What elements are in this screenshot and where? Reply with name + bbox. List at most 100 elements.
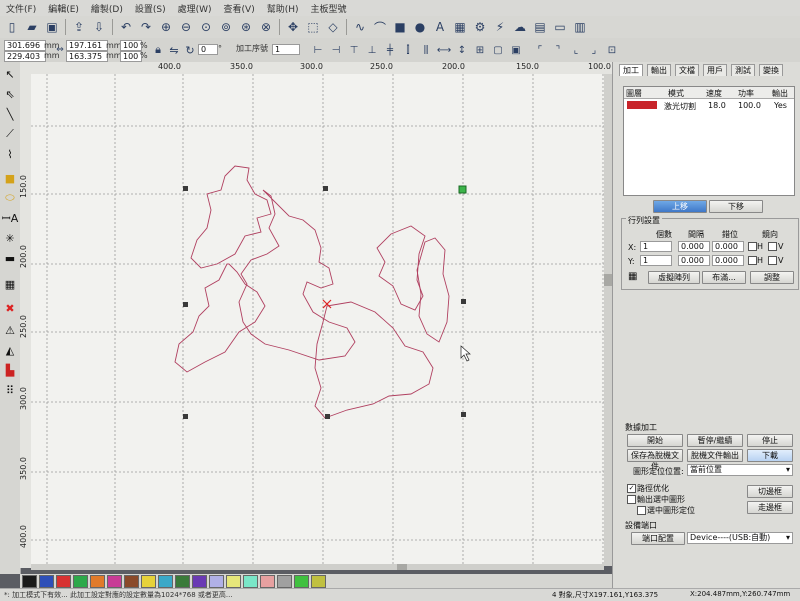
cut-frame-button[interactable]: 切邊框 <box>747 485 793 498</box>
order-field[interactable]: 1 <box>272 44 300 55</box>
palette-swatch[interactable] <box>294 574 309 588</box>
palette-swatch[interactable] <box>158 574 173 588</box>
import-icon[interactable]: ⇪ <box>70 18 88 36</box>
horizontal-scrollbar[interactable] <box>31 564 604 570</box>
virtual-array-button[interactable]: 虛擬陣列 <box>648 271 700 284</box>
move-up-button[interactable]: 上移 <box>653 200 707 213</box>
center-icon[interactable]: ⊡ <box>603 41 621 59</box>
palette-swatch[interactable] <box>175 574 190 588</box>
align-top-icon[interactable]: ⊤ <box>345 41 363 59</box>
fill-layout-button[interactable]: 布滿... <box>702 271 746 284</box>
array-y-gap[interactable]: 0.000 <box>678 255 710 266</box>
menu-help[interactable]: 幫助(H) <box>261 2 305 15</box>
palette-swatch[interactable] <box>141 574 156 588</box>
palette-swatch[interactable] <box>260 574 275 588</box>
height-field[interactable]: 163.375 <box>66 51 108 62</box>
array-grid-icon[interactable]: ▦ <box>628 271 642 283</box>
polyline-icon[interactable]: ⟋ <box>2 126 18 142</box>
palette-swatch[interactable] <box>311 574 326 588</box>
undo-icon[interactable]: ↶ <box>117 18 135 36</box>
node-select-icon[interactable]: ⇖ <box>2 86 18 102</box>
walk-frame-button[interactable]: 走邊框 <box>747 501 793 514</box>
position-select[interactable]: 當前位置 ▾ <box>687 464 793 476</box>
monitor-icon[interactable]: ▭ <box>551 18 569 36</box>
select-icon[interactable]: ⬚ <box>304 18 322 36</box>
corner-bl-icon[interactable]: ⌞ <box>567 41 585 59</box>
palette-swatch[interactable] <box>243 574 258 588</box>
point-tool-icon[interactable]: ✳ <box>2 230 18 246</box>
pos-x-field[interactable]: 301.696 <box>4 40 46 51</box>
layer-list[interactable]: 圖層 模式 速度 功率 輸出 激光切割 18.0 100.0 Yes <box>623 86 795 196</box>
rectangle-tool-icon[interactable]: ■ <box>2 170 18 186</box>
layer-row[interactable]: 激光切割 18.0 100.0 Yes <box>624 99 794 111</box>
export-icon[interactable]: ⇩ <box>90 18 108 36</box>
scroll-thumb[interactable] <box>604 274 612 286</box>
menu-view[interactable]: 查看(V) <box>218 2 261 15</box>
menu-draw[interactable]: 繪製(D) <box>85 2 129 15</box>
zoom-select-icon[interactable]: ⊛ <box>237 18 255 36</box>
pan-icon[interactable]: ✥ <box>284 18 302 36</box>
selected-position-checkbox[interactable] <box>637 506 646 515</box>
mirror-y-h-checkbox[interactable] <box>748 256 757 265</box>
open-folder-icon[interactable]: ▰ <box>23 18 41 36</box>
path-optimize-checkbox[interactable]: ✓ <box>627 484 636 493</box>
array-y-count[interactable]: 1 <box>640 255 672 266</box>
palette-swatch[interactable] <box>124 574 139 588</box>
warning-icon[interactable]: ⚠ <box>2 322 18 338</box>
same-width-icon[interactable]: ⟷ <box>435 41 453 59</box>
grid-array-icon[interactable]: ▦ <box>2 276 18 292</box>
save-icon[interactable]: ▣ <box>43 18 61 36</box>
pause-continue-button[interactable]: 暫停/繼續 <box>687 434 743 447</box>
move-down-button[interactable]: 下移 <box>709 200 763 213</box>
same-size-icon[interactable]: ⊞ <box>471 41 489 59</box>
mirror-icon[interactable]: ⇋ <box>167 41 181 59</box>
palette-swatch[interactable] <box>107 574 122 588</box>
group-icon[interactable]: ▢ <box>489 41 507 59</box>
tab-process[interactable]: 加工 <box>619 64 643 76</box>
menu-settings[interactable]: 設置(S) <box>129 2 172 15</box>
corner-br-icon[interactable]: ⌟ <box>585 41 603 59</box>
rotate-icon[interactable]: ↻ <box>183 41 197 59</box>
tab-output[interactable]: 輸出 <box>647 64 671 76</box>
text-tool-icon[interactable]: ꟷA <box>2 210 18 226</box>
tab-document[interactable]: 文檔 <box>675 64 699 76</box>
text-icon[interactable]: A <box>431 18 449 36</box>
array-y-offset[interactable]: 0.000 <box>712 255 744 266</box>
start-button[interactable]: 開始 <box>627 434 683 447</box>
align-bottom-icon[interactable]: ⊥ <box>363 41 381 59</box>
pos-y-field[interactable]: 229.403 <box>4 51 46 62</box>
scale-y-field[interactable]: 100 <box>120 51 142 62</box>
circle-icon[interactable]: ● <box>411 18 429 36</box>
gear-icon[interactable]: ⚙ <box>471 18 489 36</box>
cloud-icon[interactable]: ☁ <box>511 18 529 36</box>
save-offline-button[interactable]: 保存為脫機文件 <box>627 449 683 471</box>
mirror-y-v-checkbox[interactable] <box>768 256 777 265</box>
bitmap-icon[interactable]: ▦ <box>451 18 469 36</box>
stop-button[interactable]: 停止 <box>747 434 793 447</box>
zoom-all-icon[interactable]: ⊗ <box>257 18 275 36</box>
angle-field[interactable]: 0 <box>198 44 218 55</box>
arrow-select-icon[interactable]: ↖ <box>2 66 18 82</box>
rectangle-icon[interactable]: ■ <box>391 18 409 36</box>
distribute-h-icon[interactable]: ⫿ <box>399 41 417 59</box>
lock-icon[interactable]: 🔒︎ <box>151 41 165 59</box>
grid-icon[interactable]: ▥ <box>571 18 589 36</box>
laser-icon[interactable]: ⚡ <box>491 18 509 36</box>
palette-swatch[interactable] <box>90 574 105 588</box>
mirror-x-h-checkbox[interactable] <box>748 242 757 251</box>
adjust-button[interactable]: 調整 <box>750 271 794 284</box>
array-x-count[interactable]: 1 <box>640 241 672 252</box>
offline-output-button[interactable]: 脫機文件輸出 <box>687 449 743 462</box>
palette-swatch[interactable] <box>39 574 54 588</box>
width-field[interactable]: 197.161 <box>66 40 108 51</box>
mirror-tool-icon[interactable]: ◭ <box>2 342 18 358</box>
zoom-out-icon[interactable]: ⊖ <box>177 18 195 36</box>
curve-tool-icon[interactable]: ⌇ <box>2 146 18 162</box>
palette-swatch[interactable] <box>209 574 224 588</box>
line-icon[interactable]: ╲ <box>2 106 18 122</box>
align-left-icon[interactable]: ⊢ <box>309 41 327 59</box>
vertical-scrollbar[interactable] <box>604 74 612 566</box>
distribute-v-icon[interactable]: ⫼ <box>417 41 435 59</box>
curve-icon[interactable]: ∿ <box>351 18 369 36</box>
palette-swatch[interactable] <box>22 574 37 588</box>
